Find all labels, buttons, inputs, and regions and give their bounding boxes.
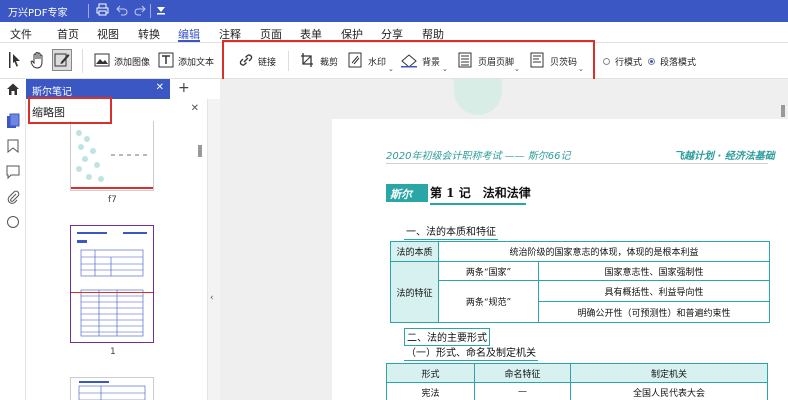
thumbnail-scrollbar[interactable] bbox=[198, 145, 202, 157]
menu-home[interactable]: 首页 bbox=[57, 26, 79, 42]
close-icon[interactable]: ✕ bbox=[156, 82, 164, 93]
thumbnail-page[interactable] bbox=[70, 377, 154, 400]
cursor-icon[interactable] bbox=[8, 51, 22, 72]
menu-view[interactable]: 视图 bbox=[97, 26, 119, 42]
subsection-heading: （一）形式、命名及制定机关 bbox=[404, 344, 538, 361]
thumbnail-page-label: 1 bbox=[110, 347, 116, 357]
header-divider bbox=[386, 163, 768, 164]
redo-icon[interactable] bbox=[134, 3, 146, 20]
thumbnail-highlight-box bbox=[28, 97, 112, 124]
active-menu-indicator bbox=[178, 40, 200, 42]
table-header: 形式 bbox=[386, 363, 475, 383]
bookmark-icon[interactable] bbox=[7, 139, 19, 156]
paragraph-mode-label[interactable]: 段落模式 bbox=[660, 55, 696, 68]
chevron-left-icon[interactable]: ‹ bbox=[210, 293, 214, 303]
chapter-underline bbox=[430, 203, 526, 205]
thumbnail-page-label: f7 bbox=[108, 195, 117, 205]
thumbnail-page[interactable] bbox=[70, 121, 154, 191]
add-tab-button[interactable]: + bbox=[178, 80, 190, 96]
search-icon[interactable] bbox=[6, 215, 20, 232]
page-header-left: 2020年初级会计职称考试 —— 斯尔66记 bbox=[386, 151, 571, 162]
document-scrollbar[interactable] bbox=[781, 105, 785, 117]
page-decoration bbox=[454, 79, 502, 115]
thumbnail-icon[interactable] bbox=[6, 113, 20, 132]
page-header-right: 飞越计划 · 经济法基础 bbox=[674, 151, 775, 162]
title-separator bbox=[88, 4, 89, 18]
table-cell: 宪法 bbox=[386, 382, 475, 400]
document-tab[interactable]: 斯尔笔记 ✕ bbox=[26, 79, 170, 99]
line-mode-label[interactable]: 行模式 bbox=[615, 55, 642, 68]
table-cell: 法的特征 bbox=[390, 261, 439, 323]
attachment-icon[interactable] bbox=[6, 190, 20, 207]
document-view[interactable]: 2020年初级会计职称考试 —— 斯尔66记 飞越计划 · 经济法基础 斯尔 第… bbox=[220, 79, 788, 400]
add-text-button[interactable]: 添加文本 bbox=[178, 55, 214, 68]
nature-table: 法的本质 统治阶级的国家意志的体现，体现的是根本利益 法的特征 两条“国家” 国… bbox=[390, 241, 770, 323]
hand-icon[interactable] bbox=[30, 51, 46, 72]
toolbar-divider bbox=[82, 49, 83, 73]
paragraph-mode-radio[interactable] bbox=[648, 58, 655, 65]
line-mode-radio[interactable] bbox=[603, 58, 610, 65]
document-page[interactable]: 2020年初级会计职称考试 —— 斯尔66记 飞越计划 · 经济法基础 斯尔 第… bbox=[332, 119, 788, 400]
table-cell: 两条“国家” bbox=[438, 261, 539, 281]
add-image-button[interactable]: 添加图像 bbox=[114, 55, 150, 68]
table-header: 命名特征 bbox=[474, 363, 571, 383]
forms-table: 形式 命名特征 制定机关 宪法 — 全国人民代表大会 bbox=[386, 363, 768, 400]
table-cell: 国家意志性、国家强制性 bbox=[538, 261, 770, 281]
panel-collapse-strip[interactable]: ‹ bbox=[208, 99, 220, 400]
table-cell: 法的本质 bbox=[390, 241, 439, 262]
title-separator bbox=[150, 4, 151, 18]
chapter-title: 第 1 记 法和法律 bbox=[430, 186, 531, 200]
table-header: 制定机关 bbox=[570, 363, 768, 383]
print-icon[interactable] bbox=[96, 3, 109, 20]
sidebar-rail bbox=[0, 99, 26, 400]
table-cell: 两条“规范” bbox=[438, 280, 539, 323]
document-tab-strip: 斯尔笔记 ✕ + bbox=[0, 79, 220, 99]
image-icon[interactable] bbox=[94, 53, 110, 70]
edit-icon[interactable] bbox=[52, 49, 72, 71]
table-cell: 全国人民代表大会 bbox=[570, 382, 768, 400]
table-cell: 统治阶级的国家意志的体现，体现的是根本利益 bbox=[438, 241, 770, 262]
thumbnail-panel: 缩略图 ✕ f7 1 bbox=[26, 99, 208, 400]
home-icon[interactable] bbox=[6, 82, 20, 99]
close-icon[interactable]: ✕ bbox=[191, 103, 199, 114]
app-title: 万兴PDF专家 bbox=[8, 8, 68, 19]
menu-file[interactable]: 文件 bbox=[10, 26, 32, 42]
table-cell: 具有概括性、利益导向性 bbox=[538, 280, 770, 302]
brand-logo: 斯尔 bbox=[386, 184, 428, 202]
table-cell: 明确公开性（可预测性）和普遍约束性 bbox=[538, 301, 770, 323]
text-icon[interactable] bbox=[158, 52, 174, 71]
dropdown-icon[interactable] bbox=[156, 3, 166, 20]
menu-convert[interactable]: 转换 bbox=[138, 26, 160, 42]
title-bar: 万兴PDF专家 bbox=[0, 0, 788, 22]
undo-icon[interactable] bbox=[116, 3, 128, 20]
comment-icon[interactable] bbox=[6, 165, 20, 182]
section-heading: 一、法的本质和特征 bbox=[404, 223, 498, 240]
thumbnail-page[interactable] bbox=[70, 225, 154, 343]
table-cell: — bbox=[474, 382, 571, 400]
